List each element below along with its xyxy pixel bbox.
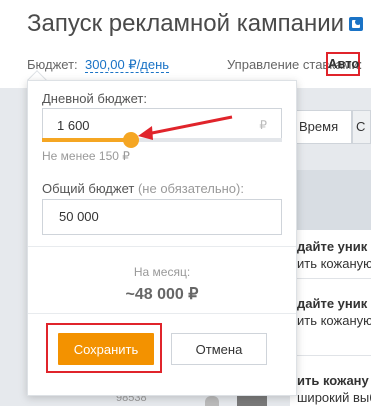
page-header: Запуск рекламной кампании Бюджет: 300,00… [0,0,371,88]
divider [28,246,296,247]
monthly-estimate: ~48 000 ₽ [125,286,199,303]
row-title[interactable]: дайте уник [297,239,367,254]
avatar [205,396,219,406]
cancel-button[interactable]: Отмена [171,333,267,365]
optional-note: (не обязательно): [137,181,244,196]
total-budget-label: Общий бюджет (не обязательно): [42,181,244,196]
save-button[interactable]: Сохранить [58,333,154,365]
budget-slider-track[interactable] [42,138,282,142]
tab-time[interactable]: Время [290,110,352,144]
daily-budget-value: 1 600 [57,117,90,133]
row-title[interactable]: ить кожану [297,373,369,388]
tab-next[interactable]: С [352,110,371,144]
page-title: Запуск рекламной кампании [27,10,345,37]
row-title[interactable]: дайте уник [297,296,367,311]
row-subtitle: ить кожаную [297,313,371,328]
daily-budget-input[interactable]: 1 600 ₽ [42,108,282,142]
external-link-icon[interactable] [349,17,363,31]
monthly-label: На месяц: [133,265,191,279]
table-header-band [290,170,371,230]
budget-value-link[interactable]: 300,00 ₽/день [85,57,170,73]
row-subtitle: ить кожаную [297,256,371,271]
budget-slider-fill [42,138,131,142]
daily-budget-label: Дневной бюджет: [42,91,147,106]
total-budget-input[interactable]: 50 000 [42,199,282,235]
budget-slider-handle[interactable] [123,132,139,148]
row-divider [290,355,371,356]
budget-popup: Дневной бюджет: 1 600 ₽ Не менее 150 ₽ О… [27,80,297,396]
bid-mode-value[interactable]: Авто [326,52,360,76]
ruble-icon: ₽ [259,118,267,132]
total-budget-label-text: Общий бюджет [42,181,135,196]
budget-label: Бюджет: [27,57,78,72]
row-subtitle: широкий выб [297,390,371,405]
min-budget-hint: Не менее 150 ₽ [42,149,130,163]
divider [28,313,296,314]
row-divider [290,278,371,279]
